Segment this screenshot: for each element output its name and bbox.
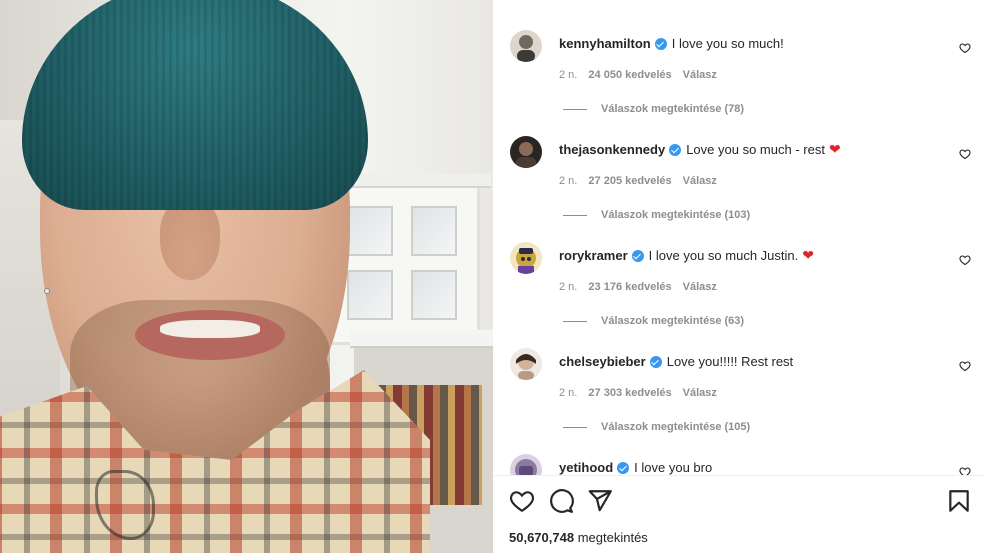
heart-icon[interactable] <box>959 148 971 160</box>
comment-likes[interactable]: 27 205 kedvelés <box>588 175 671 187</box>
person-nose <box>160 200 220 280</box>
comment-item: rorykramer I love you so much Justin. 2 … <box>493 220 983 327</box>
post-video[interactable] <box>0 0 493 553</box>
bookmark-icon[interactable] <box>946 488 972 514</box>
share-icon[interactable] <box>587 488 613 514</box>
comment-username[interactable]: rorykramer <box>559 248 628 263</box>
avatar[interactable] <box>510 454 542 475</box>
replies-divider <box>563 108 587 110</box>
comment-username[interactable]: chelseybieber <box>559 354 646 369</box>
comment-body: I love you so much Justin. <box>648 248 799 263</box>
red-heart-emoji <box>829 142 843 157</box>
comment-item: thejasonkennedy Love you so much - rest … <box>493 114 983 221</box>
heart-icon[interactable] <box>959 42 971 54</box>
background-shelf <box>350 330 493 348</box>
person-teeth <box>160 320 260 338</box>
avatar[interactable] <box>510 242 542 274</box>
reply-button[interactable]: Válasz <box>683 387 717 399</box>
heart-icon[interactable] <box>959 254 971 266</box>
comment-item: yetihood I love you bro <box>493 432 983 475</box>
reply-button[interactable]: Válasz <box>683 281 717 293</box>
red-heart-emoji <box>802 248 816 263</box>
replies-divider <box>563 320 587 322</box>
reply-button[interactable]: Válasz <box>683 69 717 81</box>
verified-badge-icon <box>654 37 667 50</box>
background-cabinet <box>325 174 491 345</box>
comment-username[interactable]: thejasonkennedy <box>559 142 665 157</box>
avatar[interactable] <box>510 136 542 168</box>
comment-likes[interactable]: 24 050 kedvelés <box>588 69 671 81</box>
person-earring <box>44 288 50 294</box>
comment-body: I love you bro <box>634 460 713 475</box>
comment-age: 2 n. <box>559 175 578 187</box>
comment-icon[interactable] <box>548 488 574 514</box>
comments-panel: kennyhamilton I love you so much! 2 n. 2… <box>493 0 983 553</box>
heart-icon[interactable] <box>959 466 971 475</box>
heart-icon[interactable] <box>509 488 535 514</box>
comment-age: 2 n. <box>559 69 578 81</box>
comment-body: I love you so much! <box>671 36 784 51</box>
comment-age: 2 n. <box>559 387 578 399</box>
comment-age: 2 n. <box>559 281 578 293</box>
comment-likes[interactable]: 23 176 kedvelés <box>588 281 671 293</box>
view-count: 50,670,748 megtekintés <box>509 530 648 545</box>
comment-item: chelseybieber Love you!!!!! Rest rest 2 … <box>493 326 983 433</box>
replies-divider <box>563 214 587 216</box>
verified-badge-icon <box>669 143 682 156</box>
verified-badge-icon <box>617 461 630 474</box>
comment-body: Love you so much - rest <box>686 142 825 157</box>
person-beanie <box>22 0 368 210</box>
comment-likes[interactable]: 27 303 kedvelés <box>588 387 671 399</box>
reply-button[interactable]: Válasz <box>683 175 717 187</box>
replies-divider <box>563 426 587 428</box>
avatar[interactable] <box>510 30 542 62</box>
view-count-label: megtekintés <box>577 530 648 545</box>
view-count-number: 50,670,748 <box>509 530 575 545</box>
comment-username[interactable]: kennyhamilton <box>559 36 651 51</box>
verified-badge-icon <box>631 249 644 262</box>
verified-badge-icon <box>649 355 662 368</box>
avatar[interactable] <box>510 348 542 380</box>
comment-body: Love you!!!!! Rest rest <box>666 354 794 369</box>
post-actions-bar: 50,670,748 megtekintés <box>493 475 983 553</box>
heart-icon[interactable] <box>959 360 971 372</box>
comment-item: kennyhamilton I love you so much! 2 n. 2… <box>493 8 983 115</box>
comment-username[interactable]: yetihood <box>559 460 613 475</box>
comments-list[interactable]: kennyhamilton I love you so much! 2 n. 2… <box>493 0 983 475</box>
